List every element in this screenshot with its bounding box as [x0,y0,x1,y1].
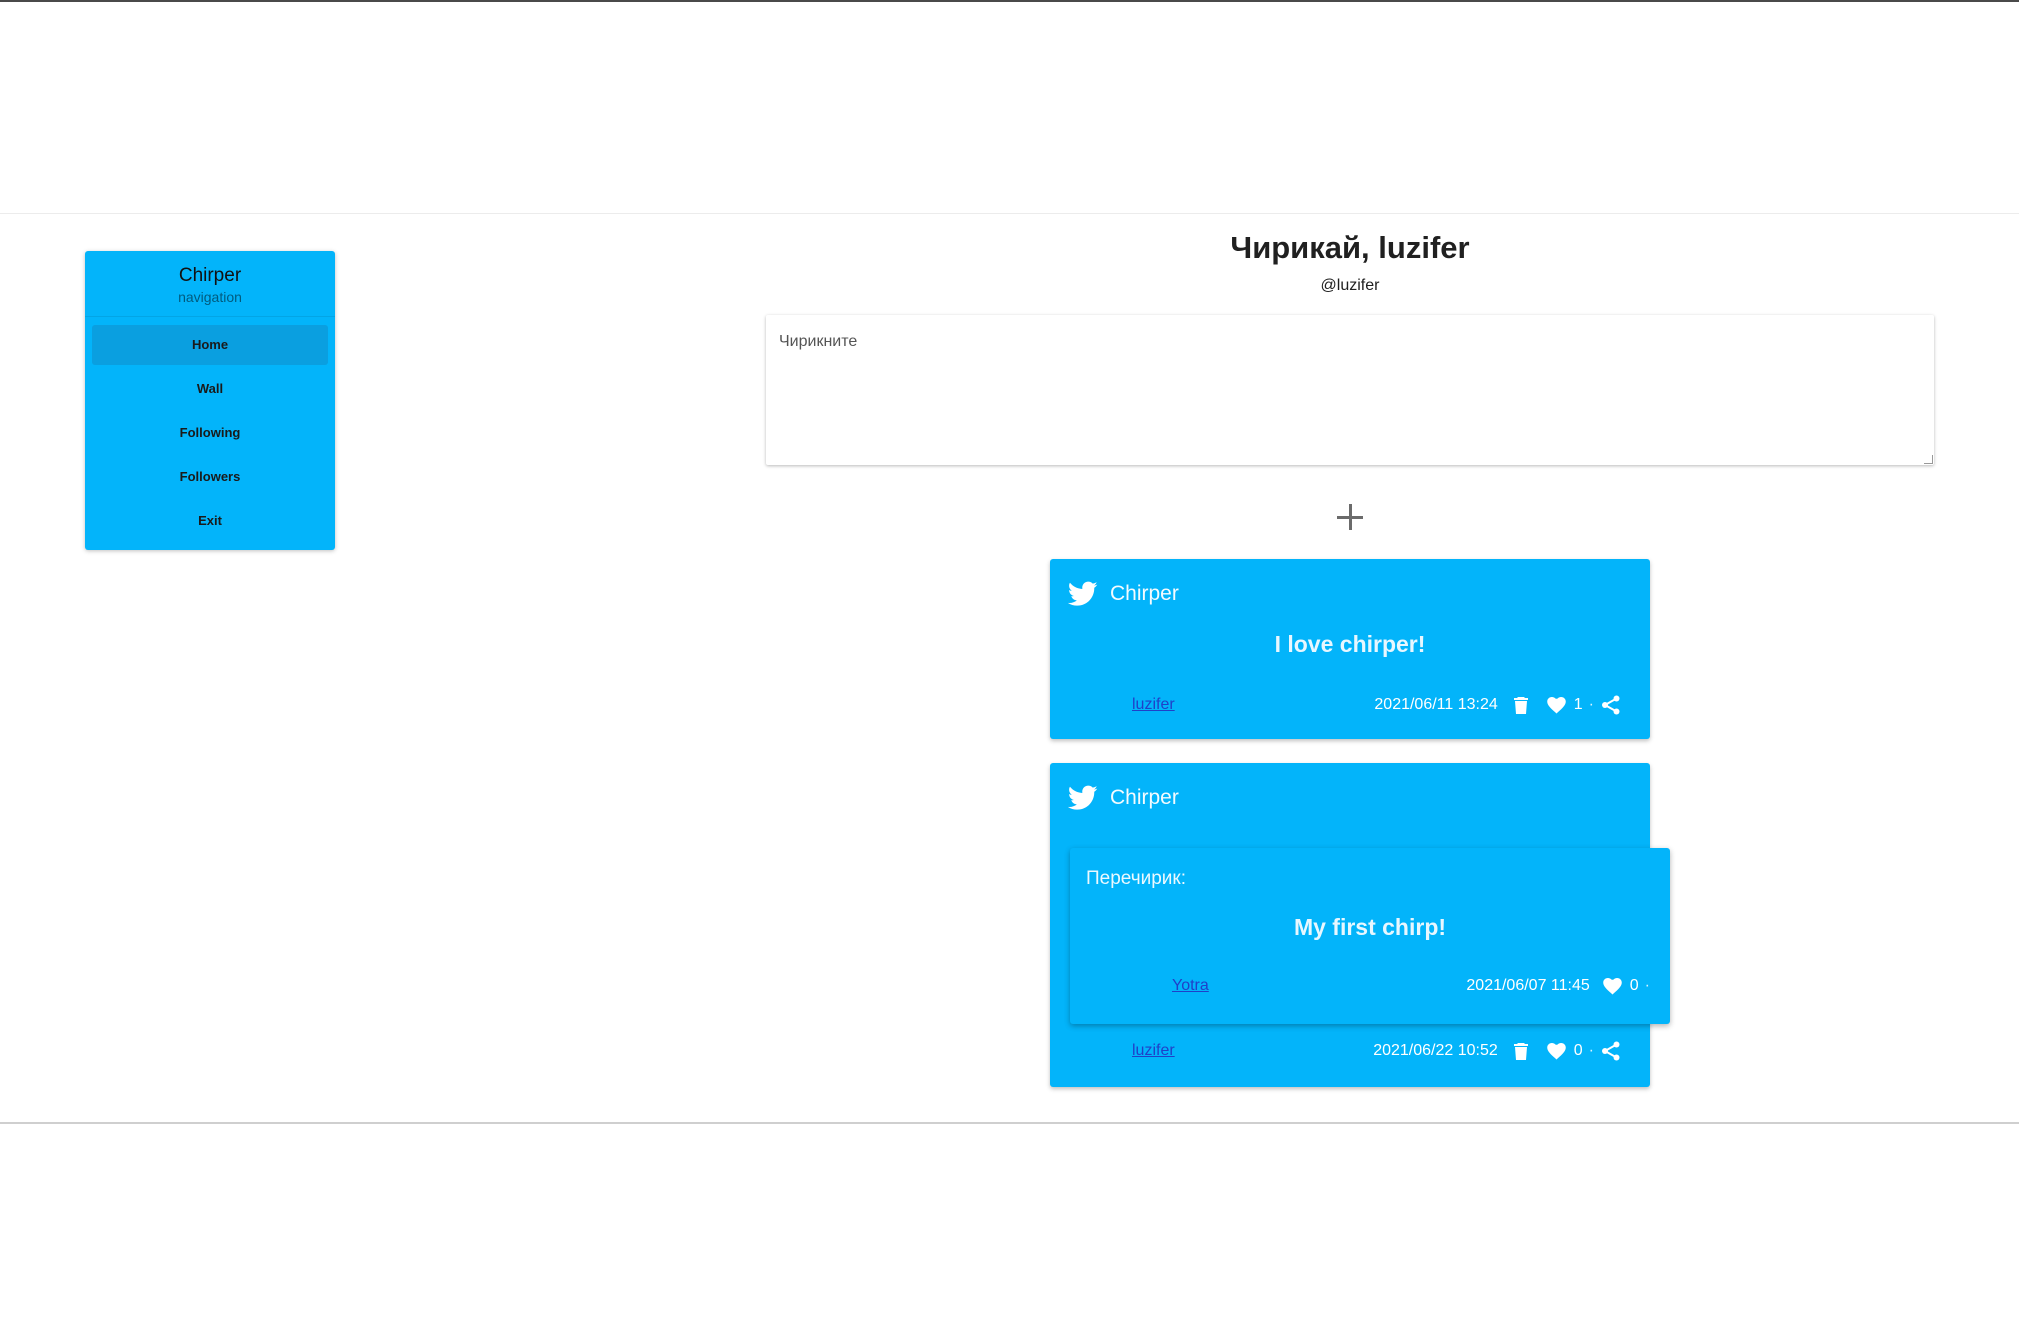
rechirp-card: Перечирик: My first chirp! Yotra 2021/06… [1070,848,1670,1024]
separator-dot: · [1644,977,1650,994]
chirp-date: 2021/06/11 13:24 [1374,696,1498,713]
separator-dot: · [1588,696,1594,713]
twitter-bird-icon [1068,581,1098,606]
navigation-panel: Chirper navigation Home Wall Following F… [85,251,335,550]
chirp-compose-input[interactable] [766,315,1934,465]
author-link[interactable]: luzifer [1132,1042,1175,1060]
like-count: 1 [1573,696,1583,713]
chirp-brand-label: Chirper [1110,582,1179,605]
rechirp-label: Перечирик: [1086,868,1187,889]
share-icon[interactable] [1600,694,1622,716]
chirp-footer: luzifer 2021/06/11 13:24 1 · [1050,693,1650,717]
chirp-card: Chirper Перечирик: My first chirp! Yotra… [1050,763,1670,1087]
nav-item-home[interactable]: Home [92,325,328,365]
user-handle: @luzifer [1320,277,1380,294]
chirp-date: 2021/06/22 10:52 [1373,1042,1498,1059]
like-count: 0 [1629,977,1639,994]
chirp-brand-label: Chirper [1110,786,1179,809]
chirp-text: My first chirp! [1293,914,1447,940]
chirp-date: 2021/06/07 11:45 [1466,977,1590,994]
share-icon[interactable] [1600,1040,1622,1062]
heart-icon[interactable] [1546,1040,1568,1062]
nav-item-exit[interactable]: Exit [92,501,328,541]
chirp-actions: 2021/06/22 10:52 0 · [1373,1040,1622,1062]
chirp-brand: Chirper [1068,579,1179,609]
author-link[interactable]: luzifer [1132,696,1175,714]
nav-item-wall[interactable]: Wall [92,369,328,409]
trash-icon[interactable] [1510,694,1532,716]
nav-item-following[interactable]: Following [92,413,328,453]
chirp-actions: 2021/06/11 13:24 1 · [1374,694,1622,716]
nav-list: Home Wall Following Followers Exit [85,317,335,553]
chirp-card: Chirper I love chirper! luzifer 2021/06/… [1050,559,1650,739]
rechirp-footer: Yotra 2021/06/07 11:45 0 · [1070,974,1670,998]
add-chirp-button[interactable] [1333,500,1367,534]
top-border [0,0,2019,2]
nav-title: Chirper [178,265,242,286]
resize-handle-icon[interactable] [1924,455,1933,464]
rechirp-actions: 2021/06/07 11:45 0 · [1466,975,1656,997]
nav-subtitle: navigation [178,289,242,305]
nav-header: Chirper navigation [85,251,335,317]
like-count: 0 [1573,1042,1583,1059]
chirp-text: I love chirper! [1274,631,1426,657]
heart-icon[interactable] [1546,694,1568,716]
nav-item-followers[interactable]: Followers [92,457,328,497]
author-link[interactable]: Yotra [1172,977,1209,995]
twitter-bird-icon [1068,785,1098,810]
chirp-footer: luzifer 2021/06/22 10:52 0 · [1050,1039,1650,1063]
page-title: Чирикай, luzifer [1230,230,1470,265]
chirp-brand: Chirper [1068,783,1179,813]
separator-dot: · [1588,1042,1594,1059]
heart-icon[interactable] [1602,975,1624,997]
trash-icon[interactable] [1510,1040,1532,1062]
